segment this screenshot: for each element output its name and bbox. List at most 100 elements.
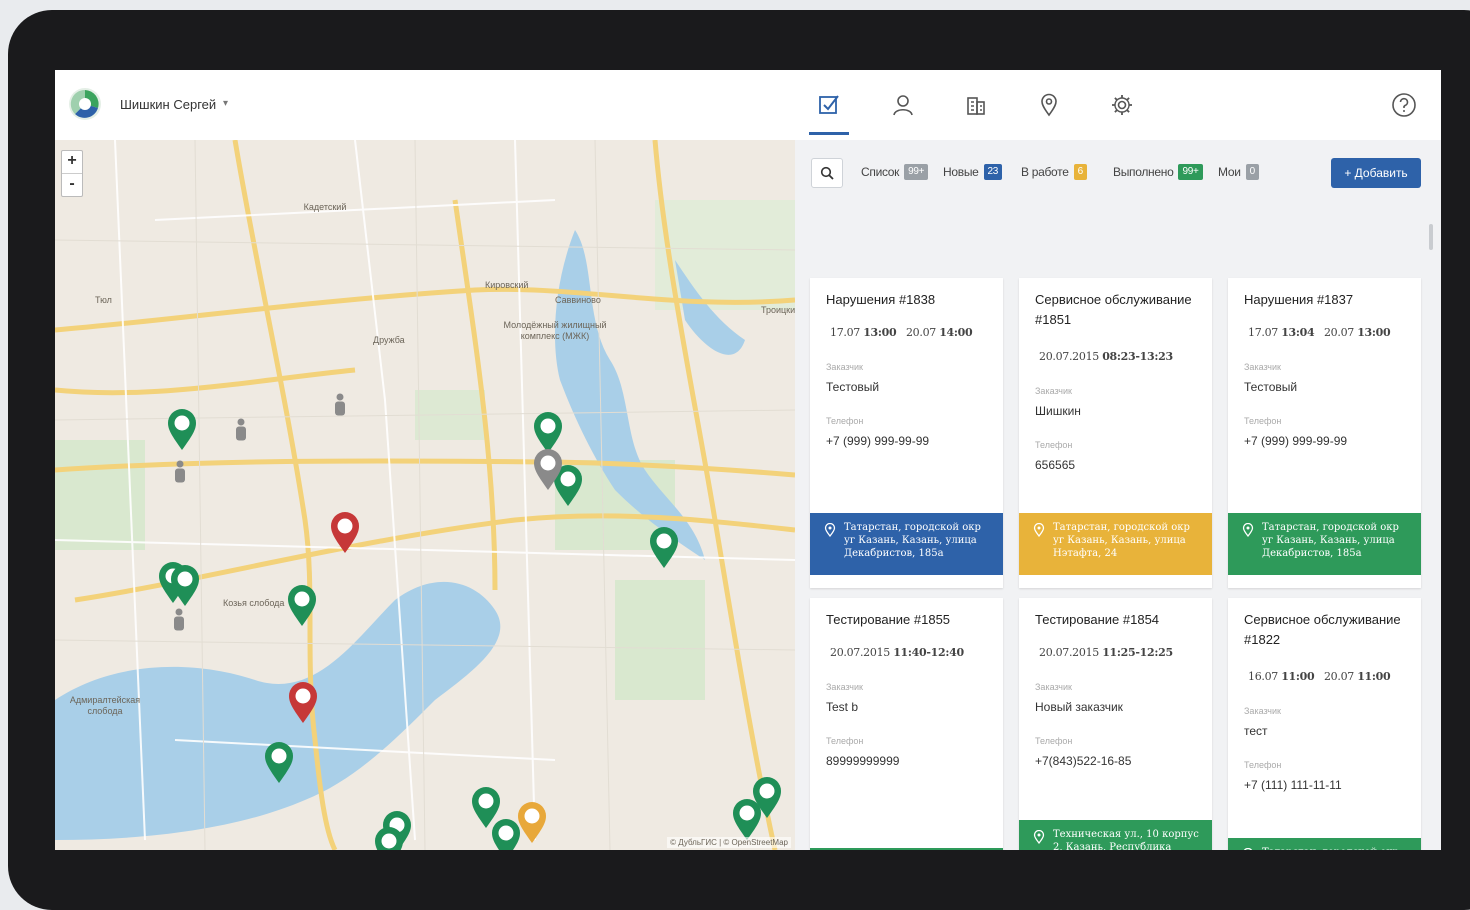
map-marker-icon[interactable] [531, 448, 565, 492]
map-marker-icon[interactable] [515, 801, 549, 845]
map-label: Кировский [485, 280, 529, 290]
phone-value: +7 (999) 999-99-99 [826, 434, 930, 448]
phone-label: Телефон [826, 416, 864, 426]
task-card[interactable]: Нарушения #1837 17.07 13:04 20.07 13:00 За… [1228, 278, 1421, 588]
map-canvas [55, 140, 795, 850]
filter-label: Мои [1218, 165, 1241, 179]
card-address[interactable]: Татарстан, городской окр уг Казань, Каза… [810, 513, 1003, 575]
phone-value: +7(843)522-16-85 [1035, 754, 1132, 768]
card-dates: 17.07 13:00 20.07 14:00 [830, 326, 973, 339]
task-card[interactable]: Тестирование #1855 20.07.2015 11:40-12:40… [810, 598, 1003, 850]
location-pin-icon [1033, 830, 1045, 844]
task-card[interactable]: Нарушения #1838 17.07 13:00 20.07 14:00 За… [810, 278, 1003, 588]
card-dates: 17.07 13:04 20.07 13:00 [1248, 326, 1391, 339]
phone-label: Телефон [1244, 416, 1282, 426]
card-address-text: Татарстан, городской окр уг Казань, Каза… [1262, 522, 1399, 559]
task-card[interactable]: Сервисное обслуживание #1851 20.07.2015 0… [1019, 278, 1212, 588]
filter-tab-2[interactable]: В работе 6 [1021, 164, 1087, 180]
search-button[interactable] [811, 158, 843, 188]
card-title: Нарушения #1838 [826, 292, 936, 307]
filter-tab-1[interactable]: Новые 23 [943, 164, 1003, 180]
phone-label: Телефон [1244, 760, 1282, 770]
person-marker-icon[interactable] [172, 608, 186, 632]
customer-value: Шишкин [1035, 404, 1081, 418]
person-marker-icon[interactable] [234, 418, 248, 442]
customer-label: Заказчик [1035, 682, 1072, 692]
map-marker-icon[interactable] [165, 408, 199, 452]
card-address-text: Техническая ул., 10 корпус 2, Казань, Ре… [1053, 829, 1199, 850]
customer-value: Новый заказчик [1035, 700, 1123, 714]
filter-count-badge: 99+ [904, 164, 929, 180]
task-panel: Список 99+ Новые 23 В работе 6 Выполнено 99+ Мои… [795, 140, 1441, 850]
customer-value: Test b [826, 700, 859, 714]
task-card[interactable]: Сервисное обслуживание #1822 16.07 11:00 … [1228, 598, 1421, 850]
filter-bar: Список 99+ Новые 23 В работе 6 Выполнено 99+ Мои… [795, 140, 1441, 202]
zoom-control: + - [61, 150, 83, 197]
filter-count-badge: 23 [983, 164, 1003, 180]
card-title: Тестирование #1854 [1035, 612, 1160, 627]
tab-buildings[interactable] [960, 90, 992, 120]
card-dates: 16.07 11:00 20.07 11:00 [1248, 670, 1391, 683]
card-address-text: Татарстан, городской окр уг Казань, Каза… [1262, 846, 1412, 850]
tab-locations[interactable] [1033, 90, 1065, 120]
zoom-in-button[interactable]: + [62, 151, 82, 174]
filter-count-badge: 6 [1073, 164, 1087, 180]
filter-label: Новые [943, 165, 979, 179]
map-label: Кадетский [303, 202, 347, 212]
map-marker-icon[interactable] [286, 681, 320, 725]
card-address[interactable]: Татарстан, городской окр уг Казань, Каза… [1228, 838, 1421, 850]
filter-label: В работе [1021, 165, 1069, 179]
building-icon [967, 97, 985, 115]
map-marker-icon[interactable] [285, 584, 319, 628]
filter-tab-3[interactable]: Выполнено 99+ [1113, 164, 1203, 180]
zoom-out-button[interactable]: - [62, 174, 82, 196]
customer-value: Тестовый [826, 380, 880, 394]
map-marker-icon[interactable] [262, 741, 296, 785]
card-address[interactable]: Татарстан, городской окр уг Казань, Каза… [1228, 513, 1421, 575]
card-address[interactable]: Татарстан, городской окр уг Казань, Каза… [1019, 513, 1212, 575]
location-pin-icon [1243, 848, 1253, 850]
add-button[interactable]: + Добавить [1331, 158, 1421, 188]
card-title: Тестирование #1855 [826, 612, 951, 627]
help-icon[interactable] [1391, 92, 1417, 118]
location-pin-icon [824, 523, 836, 537]
map-label: Троицкий [761, 305, 795, 315]
active-tab-indicator [809, 132, 849, 135]
map-marker-icon[interactable] [730, 798, 764, 842]
customer-label: Заказчик [826, 362, 863, 372]
map-marker-icon[interactable] [328, 511, 362, 555]
card-title: Нарушения #1837 [1244, 292, 1354, 307]
card-title: Сервисное обслуживание #1851 [1035, 292, 1192, 327]
logo-icon [69, 88, 101, 120]
card-address[interactable]: Казань, улица Эсперанто, 27 [810, 848, 1003, 850]
map-attribution: © ДубльГИС | © OpenStreetMap [667, 837, 791, 848]
filter-tab-4[interactable]: Мои 0 [1218, 164, 1259, 180]
filter-tab-0[interactable]: Список 99+ [861, 164, 929, 180]
search-icon [820, 166, 834, 180]
map-marker-icon[interactable] [647, 526, 681, 570]
phone-value: 656565 [1035, 458, 1076, 472]
tab-users[interactable] [887, 90, 919, 120]
scrollbar[interactable] [1429, 224, 1433, 250]
customer-label: Заказчик [1035, 386, 1072, 396]
gear-icon [1112, 95, 1132, 115]
map-marker-icon[interactable] [372, 826, 406, 850]
map-view[interactable]: + - Кадетский Дружба Саввиново Молодёжны… [55, 140, 795, 850]
tab-tasks[interactable] [813, 90, 845, 120]
tab-settings[interactable] [1106, 90, 1138, 120]
app-screen: Шишкин Сергей ▾ + - Кадетский Дружба Сав… [55, 70, 1441, 850]
customer-label: Заказчик [1244, 362, 1281, 372]
card-address-text: Татарстан, городской окр уг Казань, Каза… [844, 522, 981, 559]
chevron-down-icon[interactable]: ▾ [223, 98, 228, 109]
card-dates: 20.07.2015 08:23-13:23 [1039, 350, 1173, 363]
map-marker-icon[interactable] [168, 564, 202, 608]
person-icon [893, 95, 913, 116]
map-label: Дружба [373, 335, 405, 345]
map-label: Адмиралтейская слобода [69, 695, 141, 716]
person-marker-icon[interactable] [333, 393, 347, 417]
card-address[interactable]: Техническая ул., 10 корпус 2, Казань, Ре… [1019, 820, 1212, 850]
filter-label: Выполнено [1113, 165, 1174, 179]
task-card[interactable]: Тестирование #1854 20.07.2015 11:25-12:25… [1019, 598, 1212, 850]
person-marker-icon[interactable] [173, 460, 187, 484]
user-name[interactable]: Шишкин Сергей [120, 97, 216, 112]
